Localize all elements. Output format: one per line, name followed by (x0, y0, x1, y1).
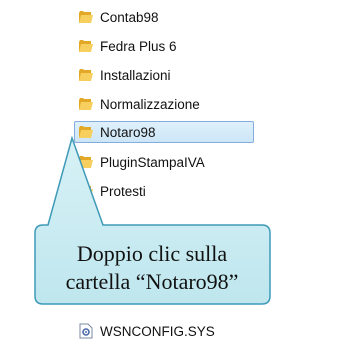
folder-icon (78, 96, 94, 112)
folder-item-contab98[interactable]: Contab98 (78, 6, 159, 28)
folder-label: Normalizzazione (100, 96, 200, 112)
folder-item-installazioni[interactable]: Installazioni (78, 64, 171, 86)
folder-item-pluginstampaiva[interactable]: PluginStampaIVA (78, 151, 205, 173)
folder-item-protesti[interactable]: Protesti (78, 180, 146, 202)
folder-icon (78, 154, 94, 170)
system-file-icon (78, 323, 94, 339)
folder-label: PluginStampaIVA (100, 154, 205, 170)
folder-item-notaro98[interactable]: Notaro98 (74, 121, 254, 143)
file-item-wsnconfig-sys[interactable]: WSNCONFIG.SYS (78, 320, 215, 342)
file-label: WSNCONFIG.SYS (100, 323, 215, 339)
folder-icon (78, 38, 94, 54)
folder-label: Installazioni (100, 67, 171, 83)
folder-label: Fedra Plus 6 (100, 38, 177, 54)
folder-icon (78, 9, 94, 25)
folder-icon (78, 124, 94, 140)
folder-icon (78, 183, 94, 199)
folder-item-normalizzazione[interactable]: Normalizzazione (78, 93, 200, 115)
folder-label: Protesti (100, 183, 146, 199)
folder-label: Contab98 (100, 9, 159, 25)
folder-label: Notaro98 (100, 124, 156, 140)
folder-item-fedra-plus-6[interactable]: Fedra Plus 6 (78, 35, 177, 57)
file-list: Contab98 Fedra Plus 6 Installazioni Norm… (74, 0, 337, 349)
folder-icon (78, 67, 94, 83)
